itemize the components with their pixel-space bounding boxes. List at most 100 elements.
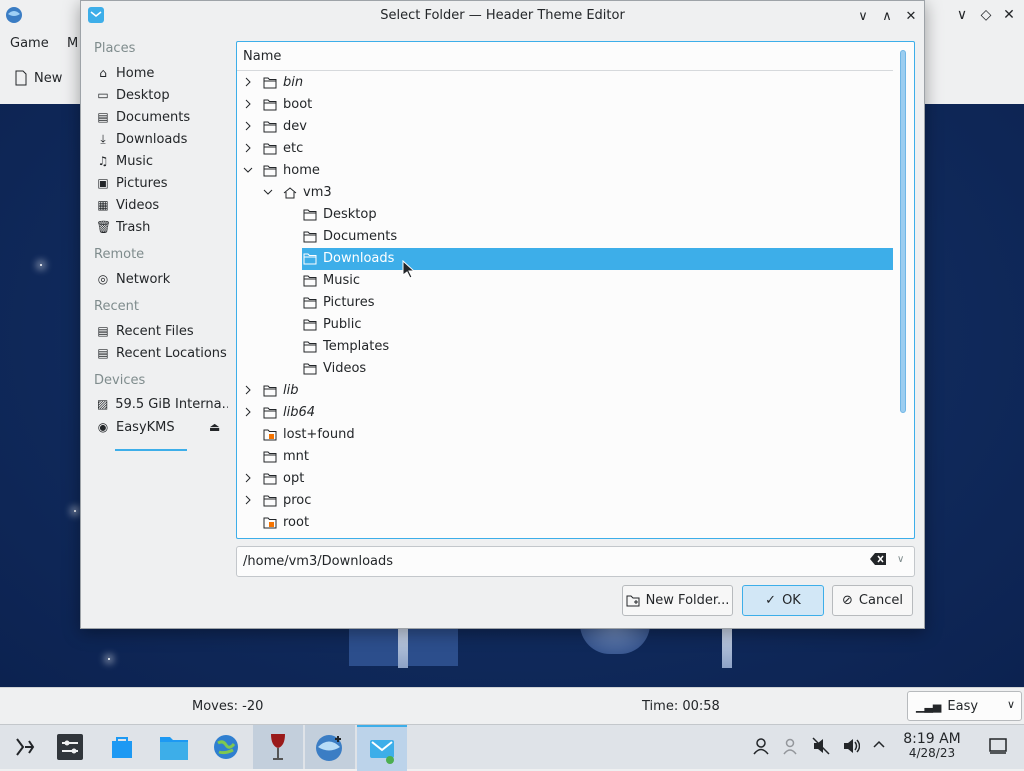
dialog-close-button[interactable]: ✕ [902, 7, 920, 25]
user-icon[interactable] [752, 737, 770, 759]
places-panel: Places ⌂ Home ▭ Desktop ▤ Documents ⤓ Downlo… [81, 37, 231, 477]
chevron-right-icon[interactable] [243, 77, 253, 90]
chevron-right-icon[interactable] [243, 407, 253, 420]
tree-row[interactable]: vm3 [237, 182, 893, 204]
cancel-button[interactable]: ⊘ Cancel [832, 585, 913, 616]
tree-row[interactable]: Downloads [237, 248, 893, 270]
path-combobox[interactable]: /home/vm3/Downloads ∨ [236, 546, 915, 577]
tree-row-label: etc [283, 141, 304, 156]
places-item-network[interactable]: ◎ Network [96, 269, 228, 289]
chevron-up-icon[interactable] [872, 737, 886, 755]
tree-column-header[interactable]: Name [237, 42, 893, 71]
folder-tree[interactable]: Name bin boot dev etc home vm3 Desktop Document… [236, 41, 915, 539]
tree-row[interactable]: lib [237, 380, 893, 402]
remote-heading: Remote [94, 247, 145, 262]
places-item-label: Documents [116, 109, 191, 125]
launcher-icon [16, 738, 35, 756]
places-item-recent-files[interactable]: ▤ Recent Files [96, 321, 228, 341]
tree-row[interactable]: proc [237, 490, 893, 512]
new-game-button[interactable]: New [14, 70, 62, 86]
taskbar-patience[interactable] [305, 725, 355, 769]
eject-icon[interactable]: ⏏ [209, 420, 220, 434]
places-item-trash[interactable]: 🗑︎ Trash [96, 217, 228, 237]
places-item-label: Music [116, 153, 153, 169]
folder-icon [303, 340, 317, 354]
tree-row[interactable]: Public [237, 314, 893, 336]
tree-scrollbar[interactable] [897, 46, 909, 534]
dialog-maximize-button[interactable]: ∧ [878, 7, 896, 25]
difficulty-select[interactable]: ▁▃▅ Easy ∨ [907, 691, 1022, 721]
tree-row[interactable]: Pictures [237, 292, 893, 314]
cancel-label: Cancel [858, 593, 903, 608]
disc-icon: ◉ [97, 420, 109, 434]
tree-row[interactable]: home [237, 160, 893, 182]
taskbar-discover[interactable] [97, 725, 147, 769]
taskbar-system-settings[interactable] [45, 725, 95, 769]
taskbar-browser[interactable] [201, 725, 251, 769]
tree-row[interactable]: Videos [237, 358, 893, 380]
places-item-downloads[interactable]: ⤓ Downloads [96, 129, 228, 149]
tree-row[interactable]: etc [237, 138, 893, 160]
places-item-easykms[interactable]: ◉ EasyKMS ⏏ [96, 417, 228, 437]
tree-row[interactable]: Desktop [237, 204, 893, 226]
places-item-pictures[interactable]: ▣ Pictures [96, 173, 228, 193]
places-item-recent-locations[interactable]: ▤ Recent Locations [96, 343, 228, 363]
ok-button[interactable]: ✓ OK [742, 585, 824, 616]
folder-icon [263, 120, 277, 134]
places-item-videos[interactable]: ▦ Videos [96, 195, 228, 215]
close-button[interactable]: ✕ [999, 5, 1019, 25]
chevron-right-icon[interactable] [243, 385, 253, 398]
chevron-right-icon[interactable] [243, 121, 253, 134]
places-item-internal-drive[interactable]: ▨ 59.5 GiB Interna… [96, 394, 228, 414]
chevron-down-icon[interactable]: ∨ [897, 554, 904, 565]
chevron-down-icon[interactable] [263, 187, 273, 200]
show-desktop-icon[interactable] [989, 737, 1007, 759]
minimize-button[interactable]: ∨ [952, 5, 972, 25]
menu-game[interactable]: Game [10, 36, 49, 51]
tree-row[interactable]: mnt [237, 446, 893, 468]
clear-text-icon[interactable] [870, 553, 886, 569]
chevron-down-icon[interactable] [243, 165, 253, 178]
tree-row[interactable]: lost+found [237, 424, 893, 446]
taskbar-header-theme-editor[interactable] [357, 725, 407, 771]
scrollbar-thumb[interactable] [900, 50, 906, 413]
chevron-right-icon[interactable] [243, 99, 253, 112]
tree-row-label: dev [283, 119, 307, 134]
users-icon[interactable] [783, 737, 801, 759]
tree-row[interactable]: Templates [237, 336, 893, 358]
chevron-right-icon[interactable] [243, 495, 253, 508]
folder-icon [303, 318, 317, 332]
taskbar-dolphin[interactable] [149, 725, 199, 769]
places-item-desktop[interactable]: ▭ Desktop [96, 85, 228, 105]
folder-icon [303, 296, 317, 310]
tree-row-label: lib64 [283, 405, 316, 420]
app-launcher-button[interactable] [0, 725, 50, 769]
tree-row-label: bin [283, 75, 304, 90]
tree-row[interactable]: Music [237, 270, 893, 292]
tree-row[interactable]: boot [237, 94, 893, 116]
places-item-music[interactable]: ♫ Music [96, 151, 228, 171]
muted-microphone-icon[interactable] [812, 737, 830, 759]
volume-icon[interactable] [842, 737, 861, 759]
menu-move[interactable]: M [67, 36, 78, 51]
path-input[interactable]: /home/vm3/Downloads [243, 554, 393, 569]
chevron-right-icon[interactable] [243, 143, 253, 156]
tree-row[interactable]: lib64 [237, 402, 893, 424]
moves-counter: Moves: -20 [192, 699, 264, 714]
tree-row[interactable]: dev [237, 116, 893, 138]
taskbar-wine[interactable] [253, 725, 303, 769]
maximize-button[interactable]: ◇ [976, 5, 996, 25]
places-item-home[interactable]: ⌂ Home [96, 63, 228, 83]
dialog-minimize-button[interactable]: ∨ [854, 7, 872, 25]
places-item-documents[interactable]: ▤ Documents [96, 107, 228, 127]
folder-icon [303, 208, 317, 222]
status-bar: Moves: -20 Time: 00:58 ▁▃▅ Easy ∨ [0, 687, 1024, 725]
chevron-right-icon[interactable] [243, 473, 253, 486]
tree-row[interactable]: bin [237, 72, 893, 94]
new-folder-button[interactable]: New Folder... [622, 585, 733, 616]
name-column-label: Name [243, 49, 282, 64]
tree-row[interactable]: root [237, 512, 893, 534]
clock[interactable]: 8:19 AM 4/28/23 [893, 732, 971, 760]
tree-row[interactable]: opt [237, 468, 893, 490]
tree-row[interactable]: Documents [237, 226, 893, 248]
